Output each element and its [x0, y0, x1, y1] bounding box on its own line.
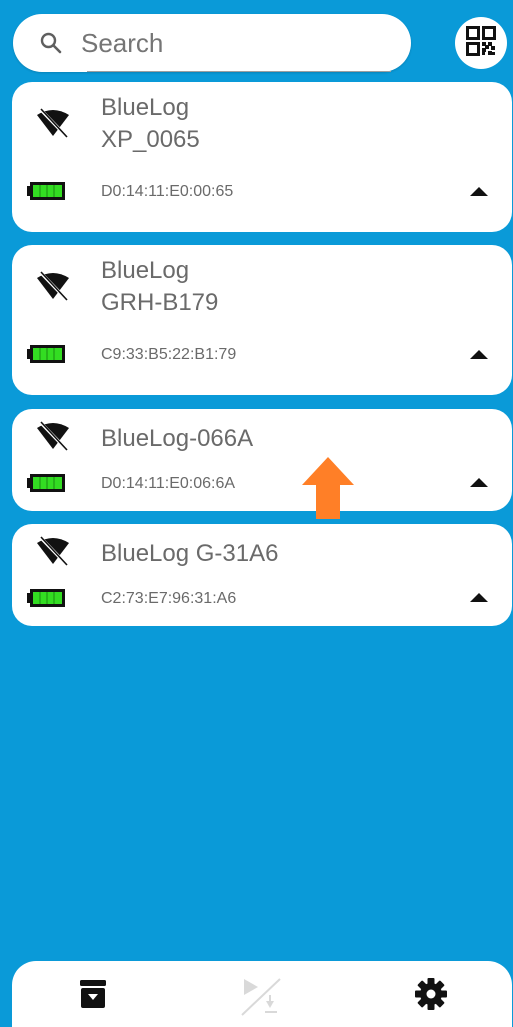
- device-mac-address: D0:14:11:E0:06:6A: [101, 475, 236, 492]
- device-model: XP_0065: [101, 126, 200, 153]
- device-card[interactable]: BlueLog XP_0065 D0:14:11:E0:00:65: [12, 82, 512, 232]
- swipe-up-arrow-icon: [302, 457, 354, 524]
- gear-icon[interactable]: [414, 977, 448, 1016]
- battery-full-icon: [27, 344, 67, 369]
- wifi-off-icon: [36, 108, 70, 143]
- device-card[interactable]: BlueLog GRH-B179 C9:33:B5:22:B1:79: [12, 245, 512, 395]
- device-card[interactable]: BlueLog-066A D0:14:11:E0:06:6A: [12, 409, 512, 511]
- device-name: BlueLog G-31A6: [101, 540, 279, 567]
- qr-scan-button[interactable]: [455, 17, 507, 69]
- device-mac-address: D0:14:11:E0:00:65: [101, 183, 234, 200]
- archive-icon[interactable]: [79, 979, 107, 1014]
- bottom-navigation-bar: [12, 961, 512, 1027]
- expand-up-icon[interactable]: [470, 184, 488, 202]
- device-mac-address: C2:73:E7:96:31:A6: [101, 590, 237, 607]
- device-name: BlueLog: [101, 257, 190, 284]
- wifi-off-icon: [36, 536, 70, 571]
- search-underline: [87, 71, 391, 72]
- device-model: GRH-B179: [101, 289, 219, 316]
- wifi-off-icon: [36, 271, 70, 306]
- search-bar[interactable]: Search: [13, 14, 411, 72]
- device-name: BlueLog-066A: [101, 425, 254, 452]
- device-mac-address: C9:33:B5:22:B1:79: [101, 346, 237, 363]
- qr-code-icon: [466, 25, 496, 61]
- battery-full-icon: [27, 588, 67, 613]
- expand-up-icon[interactable]: [470, 590, 488, 608]
- device-list-screen: Search BlueLog XP_0065 D0:14:11:E0:00:65…: [0, 0, 513, 1027]
- expand-up-icon[interactable]: [470, 475, 488, 493]
- battery-full-icon: [27, 473, 67, 498]
- play-download-icon: [238, 977, 286, 1022]
- device-name: BlueLog: [101, 94, 190, 121]
- expand-up-icon[interactable]: [470, 347, 488, 365]
- search-input[interactable]: Search: [81, 28, 163, 59]
- wifi-off-icon: [36, 421, 70, 456]
- device-card[interactable]: BlueLog G-31A6 C2:73:E7:96:31:A6: [12, 524, 512, 626]
- search-icon: [39, 31, 63, 55]
- battery-full-icon: [27, 181, 67, 206]
